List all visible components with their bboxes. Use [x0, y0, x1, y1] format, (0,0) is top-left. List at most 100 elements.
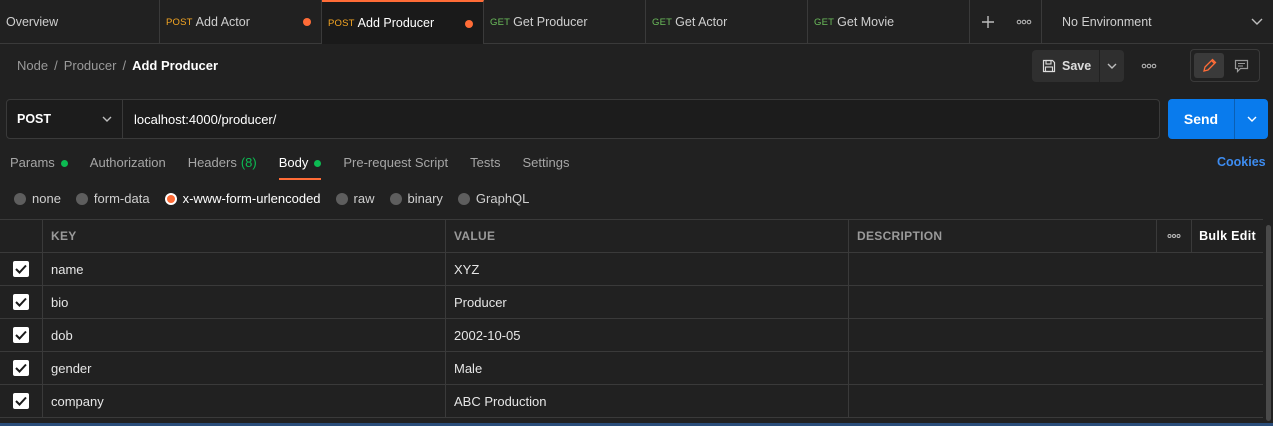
row-checkbox[interactable] [0, 352, 43, 384]
row-checkbox[interactable] [0, 385, 43, 417]
key-cell[interactable]: bio [43, 286, 446, 318]
tab-headers-label: Headers [187, 155, 237, 170]
tab-settings[interactable]: Settings [522, 152, 569, 180]
params-table: KEY VALUE DESCRIPTION Bulk Edit name XYZ… [0, 219, 1263, 418]
status-dot-icon [60, 160, 68, 167]
header-spacer [0, 220, 43, 252]
tab-label: Add Actor [195, 15, 250, 29]
chevron-down-icon [1251, 18, 1263, 25]
tab-params-label: Params [10, 155, 55, 170]
description-cell[interactable] [849, 385, 1263, 417]
tab-method: GET [814, 16, 835, 28]
save-options-button[interactable] [1100, 63, 1124, 70]
tab-params[interactable]: Params [10, 152, 68, 180]
pencil-icon [1202, 58, 1216, 72]
body-type-binary[interactable]: binary [389, 191, 443, 206]
radio-icon [14, 192, 26, 205]
checkbox-checked-icon [13, 393, 29, 409]
checkbox-checked-icon [13, 261, 29, 277]
description-cell[interactable] [849, 253, 1263, 285]
tab-tests-label: Tests [470, 155, 501, 170]
edit-mode-button[interactable] [1194, 53, 1224, 78]
tab-label: Get Actor [675, 15, 728, 29]
bulk-edit-button[interactable]: Bulk Edit [1192, 220, 1263, 253]
more-horizontal-icon [1167, 234, 1181, 238]
url-bar: POST [6, 99, 1160, 139]
tab-body[interactable]: Body [278, 152, 322, 180]
method-select[interactable]: POST [7, 100, 123, 138]
chevron-down-icon [102, 116, 112, 122]
environment-selector[interactable]: No Environment [1042, 0, 1273, 44]
table-row: bio Producer [0, 286, 1263, 319]
tab-tests[interactable]: Tests [470, 152, 500, 180]
save-icon [1042, 59, 1056, 73]
row-checkbox[interactable] [0, 319, 43, 351]
request-options-button[interactable] [1138, 56, 1160, 76]
new-tab-button[interactable] [970, 0, 1006, 44]
checkbox-checked-icon [13, 294, 29, 310]
tab-authorization[interactable]: Authorization [90, 152, 166, 180]
unsaved-dot-icon [303, 18, 311, 26]
vertical-scrollbar[interactable] [1266, 225, 1271, 421]
body-type-urlencoded[interactable]: x-www-form-urlencoded [164, 191, 321, 206]
value-cell[interactable]: Male [446, 352, 849, 384]
value-cell[interactable]: XYZ [446, 253, 849, 285]
save-button[interactable]: Save [1032, 50, 1100, 82]
value-cell[interactable]: Producer [446, 286, 849, 318]
table-row: dob 2002-10-05 [0, 319, 1263, 352]
request-tabs: Params Authorization Headers (8) Body Pr… [10, 152, 591, 180]
headers-count: (8) [240, 155, 257, 170]
comments-button[interactable] [1226, 53, 1256, 78]
tab-options-button[interactable] [1006, 0, 1042, 44]
send-options-button[interactable] [1235, 99, 1268, 139]
row-checkbox[interactable] [0, 286, 43, 318]
tab-overview[interactable]: Overview [0, 0, 160, 44]
tab-get-producer[interactable]: GET Get Producer [484, 0, 646, 44]
column-options-button[interactable] [1156, 219, 1192, 253]
radio-icon [335, 192, 348, 205]
checkbox-checked-icon [13, 360, 29, 376]
key-cell[interactable]: gender [43, 352, 446, 384]
body-type-label: x-www-form-urlencoded [182, 191, 321, 206]
key-cell[interactable]: company [43, 385, 446, 417]
row-checkbox[interactable] [0, 253, 43, 285]
breadcrumb-collection[interactable]: Node [17, 58, 48, 73]
tab-prerequest-script[interactable]: Pre-request Script [343, 152, 448, 180]
tab-add-actor[interactable]: POST Add Actor [160, 0, 322, 44]
body-type-form-data[interactable]: form-data [75, 191, 150, 206]
breadcrumb-folder[interactable]: Producer [64, 58, 117, 73]
description-cell[interactable] [849, 352, 1263, 384]
tab-headers[interactable]: Headers (8) [188, 152, 257, 180]
table-row: gender Male [0, 352, 1263, 385]
url-input[interactable] [123, 100, 1159, 138]
table-header-actions: Bulk Edit [1156, 219, 1263, 253]
tab-method: GET [490, 16, 511, 28]
plus-icon [982, 16, 994, 28]
tab-get-movie[interactable]: GET Get Movie [808, 0, 970, 44]
body-type-graphql[interactable]: GraphQL [457, 191, 529, 206]
method-label: POST [17, 112, 52, 126]
key-cell[interactable]: name [43, 253, 446, 285]
comment-icon [1234, 59, 1248, 73]
tab-get-actor[interactable]: GET Get Actor [646, 0, 808, 44]
table-row: company ABC Production [0, 385, 1263, 418]
tab-label: Get Movie [837, 15, 895, 29]
unsaved-dot-icon [465, 20, 473, 28]
body-type-raw[interactable]: raw [335, 191, 375, 206]
breadcrumb-separator: / [54, 58, 58, 73]
more-horizontal-icon [1141, 63, 1157, 69]
body-type-label: binary [407, 191, 443, 206]
view-mode-toggle [1190, 49, 1260, 82]
key-cell[interactable]: dob [43, 319, 446, 351]
value-cell[interactable]: ABC Production [446, 385, 849, 417]
description-cell[interactable] [849, 319, 1263, 351]
description-cell[interactable] [849, 286, 1263, 318]
tab-add-producer[interactable]: POST Add Producer [322, 0, 484, 44]
request-name[interactable]: Add Producer [132, 58, 218, 73]
body-type-label: raw [353, 191, 375, 206]
chevron-down-icon [1107, 63, 1117, 69]
send-button[interactable]: Send [1168, 99, 1235, 139]
value-cell[interactable]: 2002-10-05 [446, 319, 849, 351]
cookies-link[interactable]: Cookies [1217, 155, 1266, 169]
body-type-none[interactable]: none [14, 191, 61, 206]
